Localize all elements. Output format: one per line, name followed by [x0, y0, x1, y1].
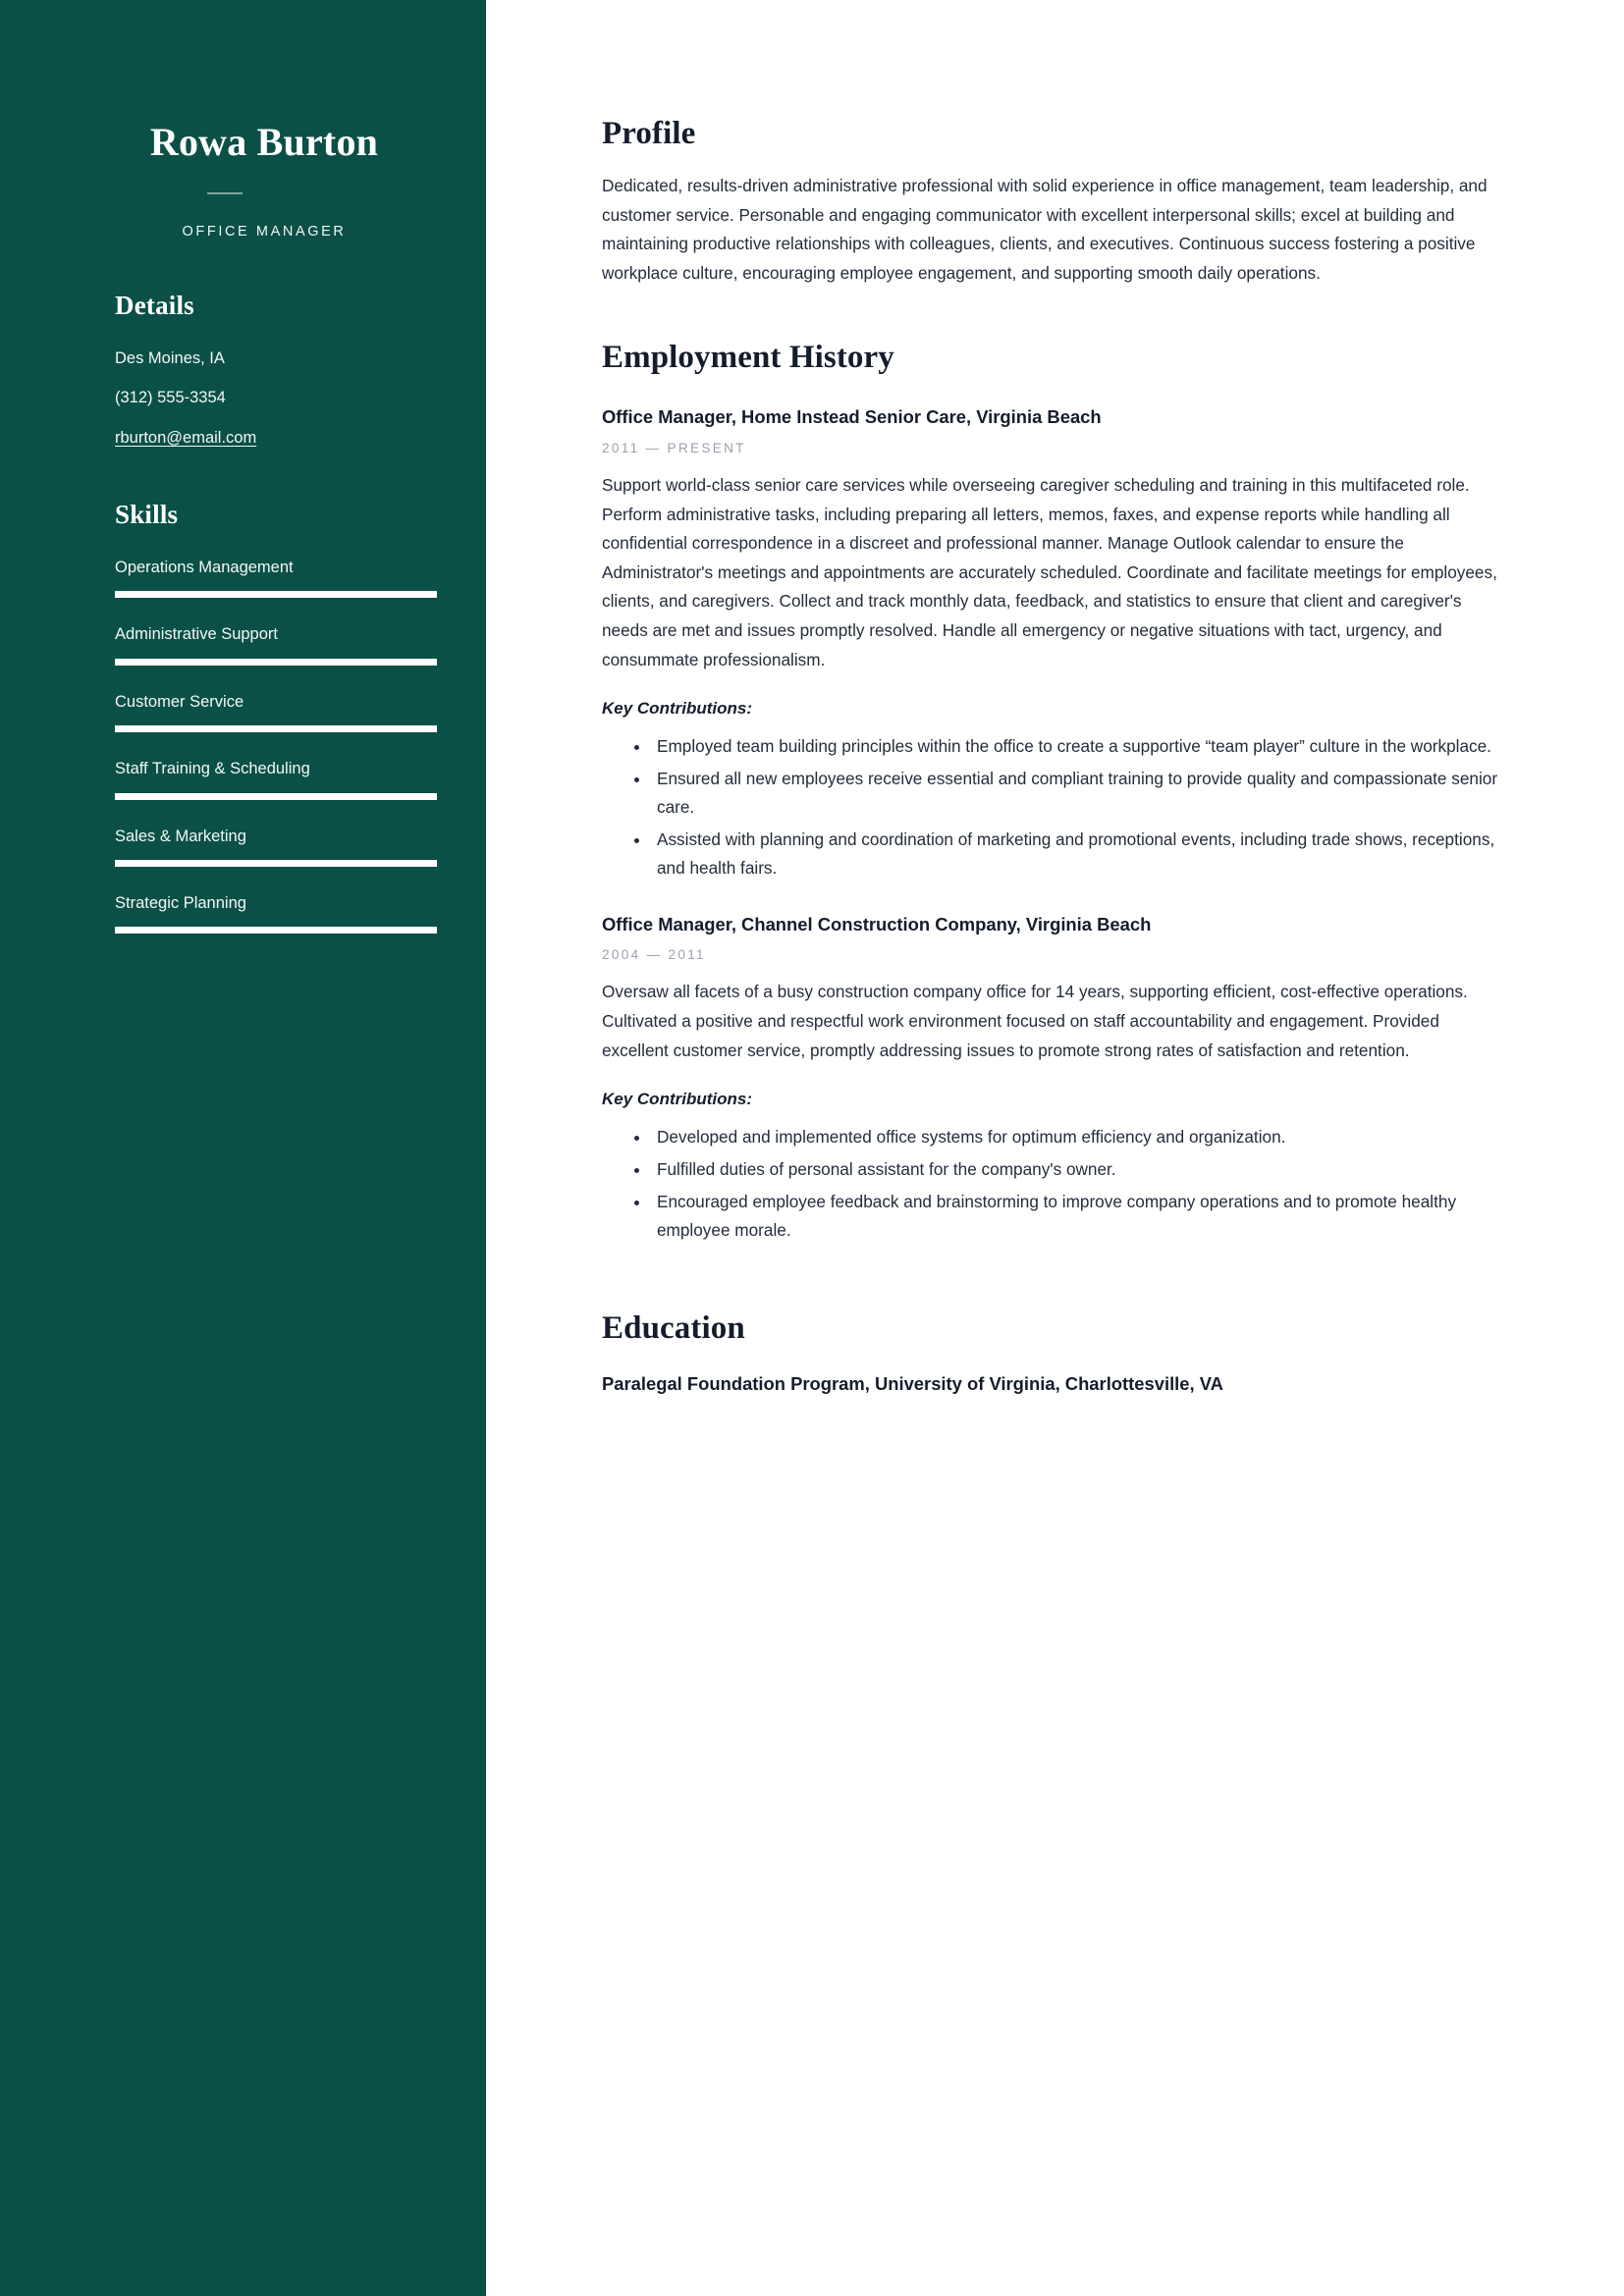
details-section: Details Des Moines, IA (312) 555-3354 rb…: [115, 291, 413, 449]
skill-bar-track: [115, 725, 437, 733]
resume-page: Rowa Burton OFFICE MANAGER Details Des M…: [0, 0, 1624, 2296]
candidate-job-title: OFFICE MANAGER: [182, 224, 347, 240]
profile-heading: Profile: [602, 116, 696, 151]
skill-bar-fill: [115, 725, 437, 733]
email-link[interactable]: rburton@email.com: [115, 429, 256, 447]
job-dates: 2004 — 2011: [602, 947, 706, 963]
skill-item: Staff Training & Scheduling: [115, 759, 437, 800]
skill-bar-fill: [115, 658, 437, 666]
key-contributions-label: Key Contributions:: [602, 699, 752, 719]
skills-section: Skills Operations Management Administrat…: [115, 499, 437, 934]
job-description: Oversaw all facets of a busy constructio…: [602, 982, 1468, 1060]
education-heading: Education: [602, 1309, 745, 1346]
candidate-name: Rowa Burton: [149, 120, 379, 164]
details-heading: Details: [115, 291, 194, 320]
job-title: Office Manager, Home Instead Senior Care…: [602, 406, 1102, 428]
skill-label: Operations Management: [115, 558, 294, 576]
skill-bar-track: [115, 591, 437, 599]
skill-bar-track: [115, 927, 437, 934]
key-contributions-list: Developed and implemented office systems…: [602, 1123, 1505, 1245]
skill-item: Sales & Marketing: [115, 827, 437, 867]
employment-entry: Office Manager, Home Instead Senior Care…: [602, 405, 1538, 881]
education-section: Education Paralegal Foundation Program, …: [602, 1310, 1538, 1397]
skill-label: Customer Service: [115, 692, 244, 711]
profile-section: Profile Dedicated, results-driven admini…: [602, 116, 1538, 288]
detail-email: rburton@email.com: [115, 427, 413, 449]
key-contributions-list: Employed team building principles within…: [602, 732, 1505, 881]
list-item: Employed team building principles within…: [651, 732, 1505, 761]
skill-label: Staff Training & Scheduling: [115, 760, 310, 778]
skill-item: Operations Management: [115, 558, 437, 599]
skill-label: Strategic Planning: [115, 893, 246, 912]
detail-phone: (312) 555-3354: [115, 389, 226, 407]
list-item: Ensured all new employees receive essent…: [651, 765, 1505, 822]
job-dates: 2011 — PRESENT: [602, 441, 746, 456]
skill-bar-track: [115, 658, 437, 666]
skill-label: Sales & Marketing: [115, 827, 246, 845]
list-item: Encouraged employee feedback and brainst…: [651, 1188, 1505, 1245]
employment-heading: Employment History: [602, 340, 894, 376]
name-divider: [207, 192, 243, 194]
list-item: Developed and implemented office systems…: [651, 1123, 1505, 1151]
list-item: Fulfilled duties of personal assistant f…: [651, 1155, 1505, 1184]
skill-bar-fill: [115, 792, 437, 800]
skill-item: Customer Service: [115, 692, 437, 733]
main-content: Profile Dedicated, results-driven admini…: [486, 0, 1624, 2296]
job-description: Support world-class senior care services…: [602, 475, 1497, 669]
sidebar: Rowa Burton OFFICE MANAGER Details Des M…: [0, 0, 486, 2296]
employment-entry: Office Manager, Channel Construction Com…: [602, 913, 1538, 1245]
skill-bar-fill: [115, 591, 437, 599]
detail-location: Des Moines, IA: [115, 349, 225, 367]
list-item: Assisted with planning and coordination …: [651, 826, 1505, 882]
education-entry: Paralegal Foundation Program, University…: [602, 1372, 1223, 1394]
skills-heading: Skills: [115, 499, 179, 529]
skill-item: Strategic Planning: [115, 893, 437, 934]
profile-text: Dedicated, results-driven administrative…: [602, 175, 1488, 283]
employment-section: Employment History Office Manager, Home …: [602, 340, 1538, 1244]
job-title: Office Manager, Channel Construction Com…: [602, 913, 1152, 934]
skill-item: Administrative Support: [115, 624, 437, 666]
skill-bar-track: [115, 859, 437, 867]
key-contributions-label: Key Contributions:: [602, 1090, 752, 1109]
skill-bar-track: [115, 792, 437, 800]
skill-label: Administrative Support: [115, 625, 278, 644]
skill-bar-fill: [115, 859, 437, 867]
skill-bar-fill: [115, 927, 437, 934]
